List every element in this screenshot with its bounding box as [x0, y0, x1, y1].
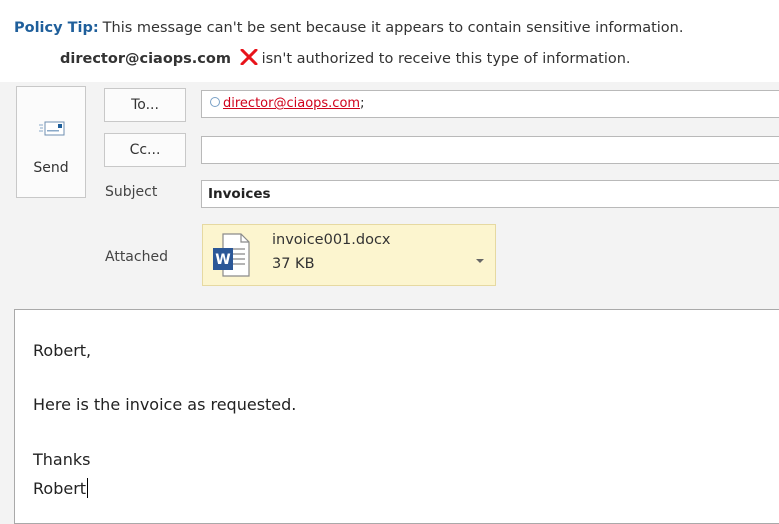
- send-envelope-icon: [39, 119, 65, 137]
- send-button[interactable]: Send: [16, 86, 86, 198]
- policy-tip-banner: Policy Tip: This message can't be sent be…: [0, 0, 779, 82]
- attached-label: Attached: [105, 249, 168, 265]
- word-document-icon: W: [211, 232, 251, 278]
- presence-icon: [210, 97, 220, 107]
- body-greeting: Robert,: [33, 341, 92, 360]
- recipient-separator: ;: [360, 96, 365, 111]
- policy-tip-line: Policy Tip: This message can't be sent be…: [14, 20, 683, 36]
- chevron-down-icon[interactable]: [475, 250, 485, 263]
- body-text: Here is the invoice as requested.: [33, 395, 297, 414]
- send-label: Send: [33, 160, 69, 176]
- recipient-name[interactable]: director@ciaops.com: [223, 96, 360, 111]
- message-body[interactable]: Robert, Here is the invoice as requested…: [14, 309, 779, 524]
- policy-tip-detail-line: director@ciaops.com isn't authorized to …: [60, 48, 631, 67]
- attachment-name: invoice001.docx: [272, 232, 391, 248]
- svg-text:W: W: [215, 252, 230, 268]
- subject-label: Subject: [105, 184, 158, 200]
- policy-tip-title: Policy Tip:: [14, 20, 99, 36]
- to-button[interactable]: To...: [104, 88, 186, 122]
- policy-tip-message: This message can't be sent because it ap…: [102, 20, 684, 36]
- policy-tip-email: director@ciaops.com: [60, 51, 231, 67]
- body-signature: Robert: [33, 479, 87, 498]
- to-field[interactable]: director@ciaops.com;: [201, 90, 779, 118]
- body-closing: Thanks: [33, 450, 91, 469]
- recipient-chip[interactable]: director@ciaops.com;: [210, 96, 364, 111]
- cc-field[interactable]: [201, 136, 779, 164]
- attachment-item[interactable]: W invoice001.docx 37 KB: [202, 224, 496, 286]
- cc-button[interactable]: Cc...: [104, 133, 186, 167]
- subject-field[interactable]: Invoices: [201, 180, 779, 208]
- red-x-icon: [239, 48, 259, 66]
- policy-tip-detail: isn't authorized to receive this type of…: [261, 51, 631, 67]
- attachment-size: 37 KB: [272, 256, 315, 272]
- body-signature-line: Robert: [33, 478, 89, 498]
- text-cursor: [87, 478, 89, 498]
